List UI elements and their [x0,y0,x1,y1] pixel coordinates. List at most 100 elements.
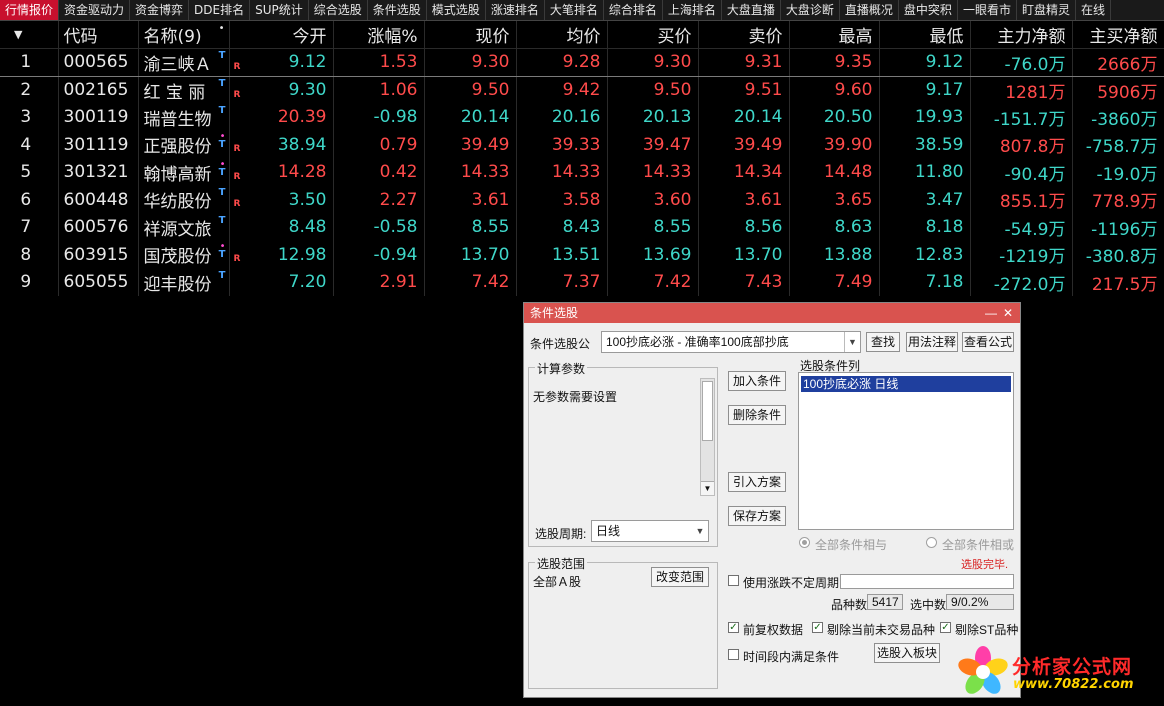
find-button[interactable]: 查找 [866,332,900,352]
t-marker: T [218,214,226,226]
tab-11[interactable]: 上海排名 [663,0,722,20]
header-main-buy[interactable]: 主买净额 [1072,21,1164,49]
exclude-suspended-checkbox[interactable]: ✓ [812,622,823,633]
cell-low: 9.17 [879,76,971,104]
hit-field: 9/0.2% [946,594,1014,610]
header-name[interactable]: 名称(9) • [138,21,230,49]
tab-5[interactable]: 综合选股 [309,0,368,20]
tab-18[interactable]: 在线 [1076,0,1111,20]
cell-main-net: -272.0万 [970,268,1073,296]
tab-17[interactable]: 盯盘精灵 [1017,0,1076,20]
tab-7[interactable]: 模式选股 [427,0,486,20]
cell-low: 8.18 [879,213,971,241]
table-row[interactable]: 4 301119 正强股份 • T R 38.94 0.79 39.49 39.33 39.47 39… [0,131,1164,159]
row-index: 6 [0,186,59,214]
row-index: 1 [0,48,59,77]
chevron-down-icon[interactable]: ▼ [692,521,708,541]
tab-10[interactable]: 综合排名 [604,0,663,20]
radio-or[interactable] [926,537,937,548]
stock-name-cell: 迎丰股份 T [138,268,230,296]
formula-label: 条件选股公 [530,337,591,351]
forward-adjust-checkbox[interactable]: ✓ [728,622,739,633]
header-change-pct[interactable]: 涨幅% [333,21,425,49]
stock-name-cell: 瑞普生物 T [138,103,230,131]
cell-bid: 13.69 [607,241,699,269]
cell-open-value: 14.28 [277,162,327,183]
header-price[interactable]: 现价 [424,21,517,49]
stock-code: 301119 [58,131,139,159]
header-high[interactable]: 最高 [789,21,880,49]
table-row[interactable]: 9 605055 迎丰股份 T 7.20 2.91 7.42 7.37 7.42 7.43 7.49… [0,268,1164,296]
params-scrollbar-thumb[interactable] [702,381,713,441]
table-row[interactable]: 6 600448 华纺股份 T R 3.50 2.27 3.61 3.58 3.60 3.61 3.6… [0,186,1164,214]
cell-high: 9.35 [789,48,880,77]
use-period-field[interactable] [840,574,1014,589]
row-index: 4 [0,131,59,159]
cell-main-buy: 5906万 [1072,76,1164,104]
tab-2[interactable]: 资金博弈 [130,0,190,20]
radio-and[interactable] [799,537,810,548]
tab-3[interactable]: DDE排名 [189,0,251,20]
tab-0[interactable]: 行情报价 [0,0,60,20]
tab-16[interactable]: 一眼看市 [958,0,1017,20]
cell-avg: 20.16 [516,103,608,131]
header-open[interactable]: 今开 [229,21,334,49]
cell-ask: 8.56 [698,213,790,241]
minimize-icon[interactable]: — [984,303,998,323]
period-select[interactable]: 日线 ▼ [591,520,709,542]
tab-13[interactable]: 大盘诊断 [781,0,840,20]
header-code[interactable]: 代码 [58,21,139,49]
delete-condition-button[interactable]: 删除条件 [728,405,786,425]
header-main-net[interactable]: 主力净额 [970,21,1073,49]
table-row[interactable]: 5 301321 翰博高新 • T R 14.28 0.42 14.33 14.33 14.33 14… [0,158,1164,186]
exclude-st-checkbox[interactable]: ✓ [940,622,951,633]
conditions-list[interactable]: 100抄底必涨 日线 [798,372,1014,530]
timeframe-checkbox[interactable] [728,649,739,660]
header-avg[interactable]: 均价 [516,21,608,49]
cell-open-value: 12.98 [277,244,327,265]
usage-notes-button[interactable]: 用法注释 [906,332,958,352]
import-plan-button[interactable]: 引入方案 [728,472,786,492]
table-row[interactable]: 3 300119 瑞普生物 T 20.39 -0.98 20.14 20.16 20.13 20.… [0,103,1164,131]
dialog-title-bar[interactable]: 条件选股 — ✕ [524,303,1020,323]
cell-avg: 13.51 [516,241,608,269]
tab-9[interactable]: 大笔排名 [545,0,604,20]
tab-6[interactable]: 条件选股 [368,0,427,20]
cell-bid: 8.55 [607,213,699,241]
table-row[interactable]: 2 002165 红 宝 丽 T R 9.30 1.06 9.50 9.42 9.50 9.51 9.… [0,76,1164,104]
row-index: 7 [0,213,59,241]
stock-name: 华纺股份 [143,192,212,213]
cell-main-buy: -758.7万 [1072,131,1164,159]
close-icon[interactable]: ✕ [1001,303,1015,323]
t-marker: T [218,139,226,150]
header-bid[interactable]: 买价 [607,21,699,49]
use-period-checkbox[interactable] [728,575,739,586]
chevron-down-icon[interactable]: ▼ [844,332,860,352]
params-scrollbar[interactable]: ▼ [700,378,715,496]
cell-ask: 9.51 [698,76,790,104]
formula-select[interactable]: 100抄底必涨 - 准确率100底部抄底 ▼ [601,331,861,353]
t-marker: T [218,77,226,89]
table-row[interactable]: 1 000565 渝三峡Ａ T R 9.12 1.53 9.30 9.28 9.30 9.31 9.3… [0,48,1164,77]
tab-14[interactable]: 直播概况 [840,0,899,20]
change-range-button[interactable]: 改变范围 [651,567,709,587]
table-row[interactable]: 8 603915 国茂股份 • T R 12.98 -0.94 13.70 13.51 13.69 1… [0,241,1164,269]
cell-avg: 9.28 [516,48,608,77]
scroll-down-icon[interactable]: ▼ [701,481,714,495]
sort-indicator[interactable]: ▼ [0,21,59,49]
tab-12[interactable]: 大盘直播 [722,0,781,20]
tab-1[interactable]: 资金驱动力 [59,0,131,20]
add-condition-button[interactable]: 加入条件 [728,371,786,391]
stock-name: 正强股份 [143,137,212,158]
table-row[interactable]: 7 600576 祥源文旅 T 8.48 -0.58 8.55 8.43 8.55 8.56 8.6… [0,213,1164,241]
tab-8[interactable]: 涨速排名 [486,0,545,20]
tab-15[interactable]: 盘中突积 [899,0,958,20]
to-block-button[interactable]: 选股入板块 [874,643,940,663]
header-ask[interactable]: 卖价 [698,21,790,49]
condition-list-item[interactable]: 100抄底必涨 日线 [801,376,1011,392]
header-low[interactable]: 最低 [879,21,971,49]
tab-4[interactable]: SUP统计 [250,0,309,20]
flower-logo-icon [958,646,1008,694]
view-formula-button[interactable]: 查看公式 [962,332,1014,352]
save-plan-button[interactable]: 保存方案 [728,506,786,526]
